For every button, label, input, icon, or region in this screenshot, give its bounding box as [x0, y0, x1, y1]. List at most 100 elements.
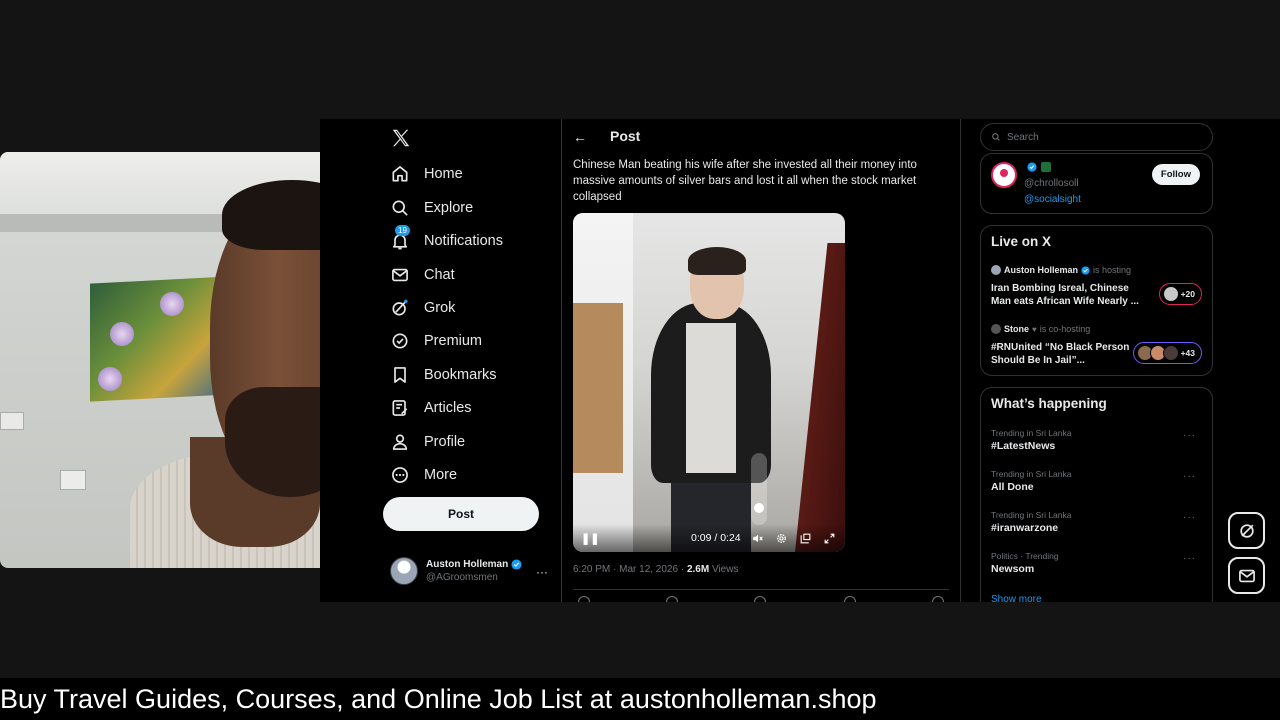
picture-in-picture-icon[interactable]	[799, 532, 812, 545]
who-to-follow-card: @chrollosoll @socialsight Follow	[980, 153, 1213, 214]
live-space-title[interactable]: Iran Bombing Isreal, Chinese Man eats Af…	[991, 282, 1146, 308]
actions-divider	[573, 589, 949, 590]
main-divider	[960, 119, 961, 602]
badges	[1027, 162, 1051, 172]
search-icon	[392, 200, 408, 216]
sidebar-item-bookmarks[interactable]: Bookmarks	[390, 362, 497, 388]
video-time: 0:09 / 0:24	[691, 532, 741, 544]
search-icon	[992, 133, 1000, 141]
messages-floating-button[interactable]	[1228, 557, 1265, 594]
compose-post-button[interactable]: Post	[383, 497, 539, 531]
promo-banner: Buy Travel Guides, Courses, and Online J…	[0, 678, 1280, 720]
post-text: Chinese Man beating his wife after she i…	[573, 159, 917, 203]
whats-happening-card: What’s happening Trending in Sri Lanka #…	[980, 387, 1213, 602]
follow-button[interactable]: Follow	[1151, 164, 1200, 185]
live-on-x-card: Live on X Auston Holleman is hosting Ira…	[980, 225, 1213, 376]
show-more-link[interactable]: Show more	[991, 594, 1042, 602]
sidebar-divider	[561, 119, 562, 602]
sidebar-item-explore[interactable]: Explore	[390, 195, 473, 221]
account-more-button[interactable]: ···	[536, 565, 548, 579]
search-placeholder: Search	[1007, 131, 1039, 143]
more-options-icon[interactable]: ···	[1183, 471, 1196, 482]
live-listeners-pill[interactable]: +43	[1132, 342, 1202, 364]
x-logo-icon[interactable]	[390, 127, 412, 149]
sidebar-item-label: Home	[424, 166, 463, 182]
stream-frame: Home Explore 19 Notifications Chat Grok …	[0, 0, 1280, 720]
back-arrow-icon[interactable]: ←	[573, 129, 587, 145]
trend-name[interactable]: Newsom	[991, 563, 1034, 575]
sidebar-item-label: Chat	[424, 267, 455, 283]
grok-floating-button[interactable]	[1228, 512, 1265, 549]
heart-icon: ♥	[1032, 324, 1037, 334]
user-handle[interactable]: @chrollosoll	[1024, 178, 1079, 189]
sidebar-item-grok[interactable]: Grok	[390, 295, 455, 321]
sidebar-item-label: Bookmarks	[424, 367, 497, 383]
grok-icon	[392, 299, 408, 316]
volume-slider[interactable]	[751, 453, 767, 525]
whats-happening-title: What’s happening	[991, 396, 1107, 411]
avatar	[1162, 345, 1179, 361]
more-options-icon[interactable]: ···	[1183, 430, 1196, 441]
trend-name[interactable]: All Done	[991, 481, 1034, 493]
verified-badge-icon	[1027, 162, 1037, 172]
bookmark-action-icon[interactable]	[844, 596, 856, 602]
mute-icon[interactable]	[751, 532, 764, 545]
notification-count-badge: 19	[395, 225, 410, 236]
sidebar-item-chat[interactable]: Chat	[390, 262, 455, 288]
grok-icon	[1239, 523, 1254, 538]
account-handle: @AGroomsmen	[426, 572, 498, 583]
sidebar-item-label: Explore	[424, 200, 474, 216]
mail-icon	[392, 268, 408, 282]
sidebar-item-premium[interactable]: Premium	[390, 328, 482, 354]
account-switcher[interactable]: Auston Holleman @AGroomsmen	[390, 557, 522, 585]
volume-slider-knob[interactable]	[754, 503, 764, 513]
views-count: 2.6M	[686, 564, 710, 575]
mail-icon	[1238, 569, 1255, 582]
reply-icon[interactable]	[578, 596, 590, 602]
trend-category: Trending in Sri Lanka	[991, 469, 1072, 479]
post-video[interactable]: ❚❚ 0:09 / 0:24	[573, 213, 845, 552]
sidebar-item-label: Profile	[424, 434, 466, 450]
more-circle-icon	[392, 467, 408, 483]
verified-badge-icon	[511, 559, 522, 570]
live-title: Live on X	[991, 234, 1052, 249]
live-listeners-pill[interactable]: +20	[1158, 283, 1202, 305]
repost-icon[interactable]	[666, 596, 678, 602]
like-icon[interactable]	[754, 596, 766, 602]
trend-category: Trending in Sri Lanka	[991, 428, 1072, 438]
sidebar-item-more[interactable]: More	[390, 462, 457, 488]
settings-gear-icon[interactable]	[775, 532, 788, 545]
pause-icon[interactable]: ❚❚	[581, 532, 599, 545]
avatar[interactable]	[991, 162, 1017, 188]
affiliate-link[interactable]: @socialsight	[1024, 194, 1081, 205]
fullscreen-icon[interactable]	[823, 532, 836, 545]
post-timestamp: 6:20 PM · Mar 12, 2026 · 2.6M Views	[573, 564, 739, 575]
sidebar-item-label: Grok	[424, 300, 456, 316]
sidebar-item-profile[interactable]: Profile	[390, 429, 465, 455]
x-window: Home Explore 19 Notifications Chat Grok …	[320, 119, 1280, 602]
live-space-title[interactable]: #RNUnited “No Black Person Should Be In …	[991, 341, 1146, 367]
trend-category: Politics · Trending	[991, 551, 1059, 561]
trend-name[interactable]: #LatestNews	[991, 440, 1055, 452]
live-space-host: Stone ♥ is co-hosting	[991, 324, 1090, 334]
sidebar-item-label: Articles	[424, 400, 472, 416]
avatar	[991, 265, 1001, 275]
avatar	[991, 324, 1001, 334]
search-input[interactable]: Search	[980, 123, 1213, 151]
affiliate-badge-icon	[1041, 162, 1051, 172]
sidebar-item-label: Premium	[424, 333, 483, 349]
verified-badge-icon	[1081, 265, 1090, 275]
more-options-icon[interactable]: ···	[1183, 553, 1196, 564]
trend-name[interactable]: #iranwarzone	[991, 522, 1058, 534]
sidebar-item-articles[interactable]: Articles	[390, 395, 472, 421]
sidebar-item-notifications[interactable]: 19 Notifications	[390, 225, 503, 254]
share-icon[interactable]	[932, 596, 944, 602]
sidebar-item-home[interactable]: Home	[390, 161, 463, 187]
person-icon	[392, 434, 408, 450]
more-options-icon[interactable]: ···	[1183, 512, 1196, 523]
live-space-host: Auston Holleman is hosting	[991, 265, 1131, 275]
avatar	[390, 557, 418, 585]
account-name: Auston Holleman	[426, 559, 509, 570]
webcam-feed	[0, 152, 320, 568]
home-icon	[392, 166, 408, 182]
